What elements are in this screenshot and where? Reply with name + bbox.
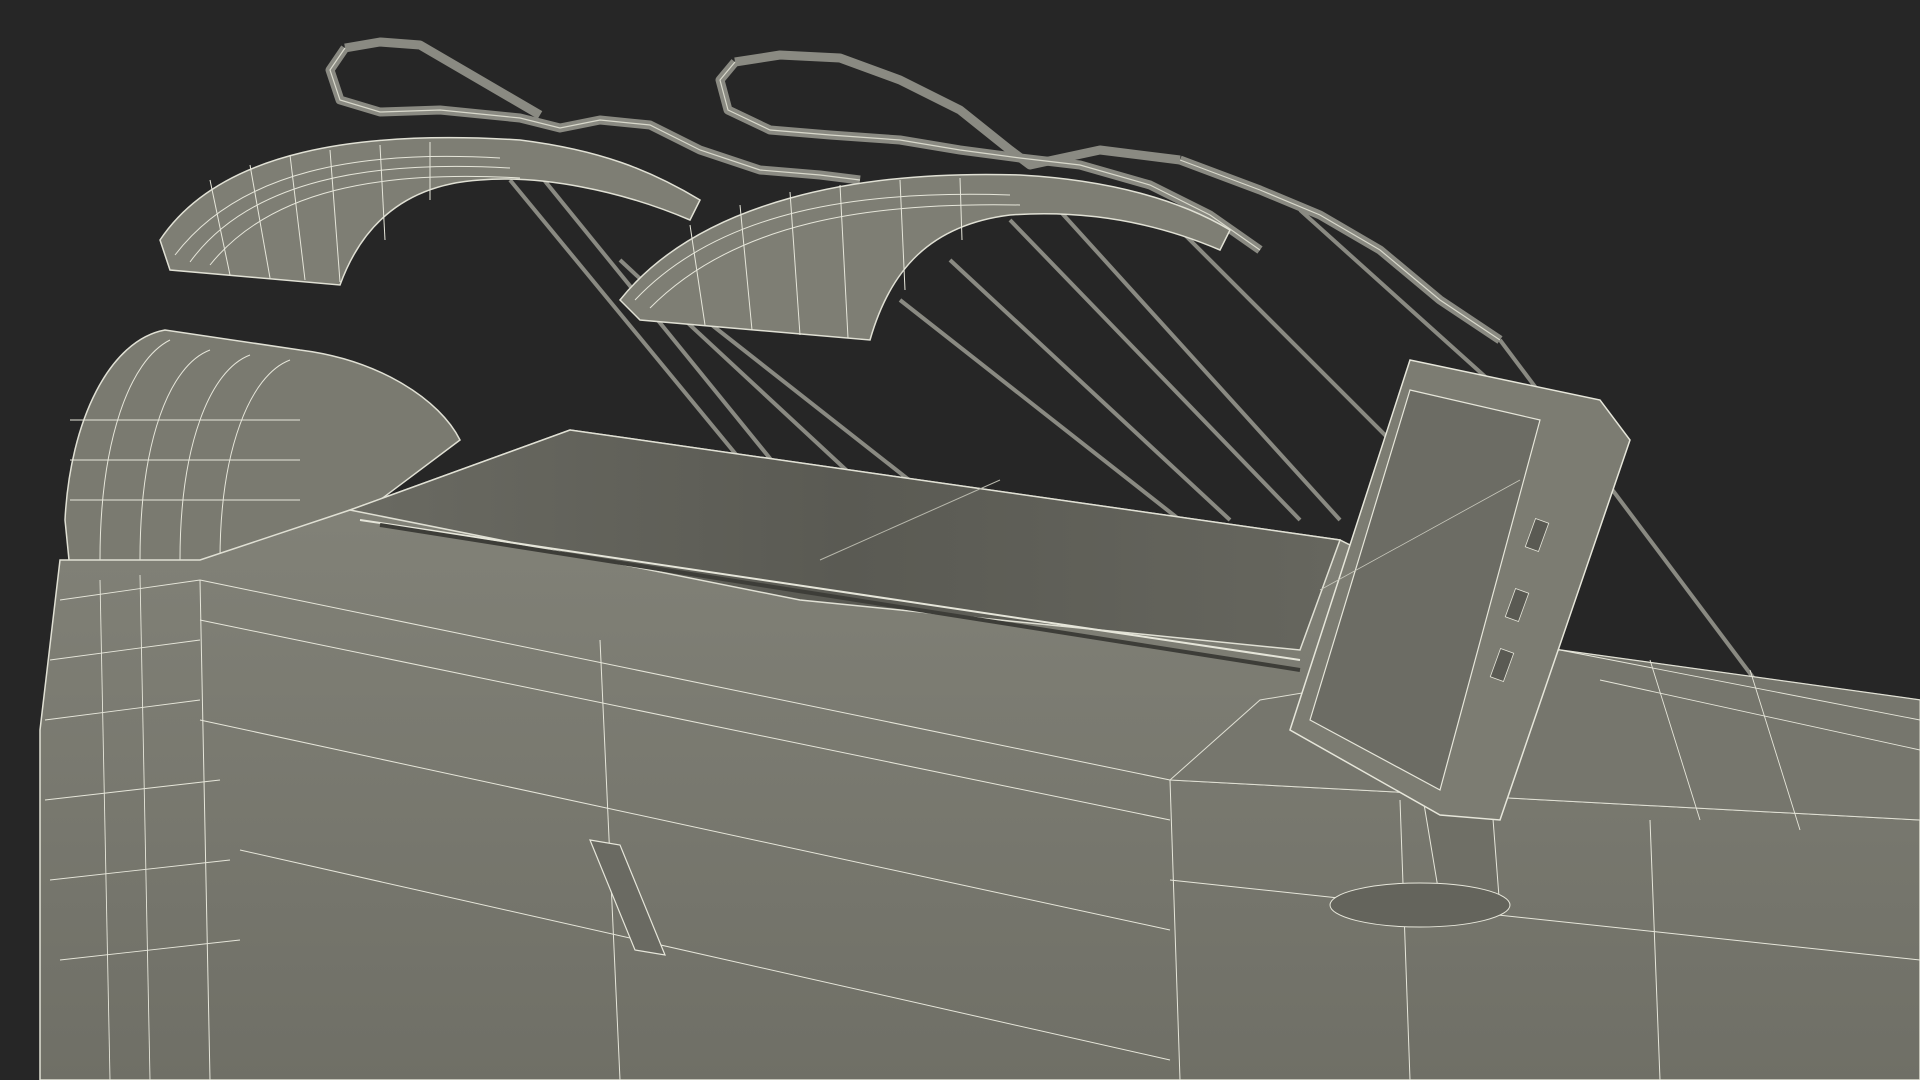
wireframe-render [0, 0, 1920, 1080]
panel-base [1329, 882, 1511, 928]
